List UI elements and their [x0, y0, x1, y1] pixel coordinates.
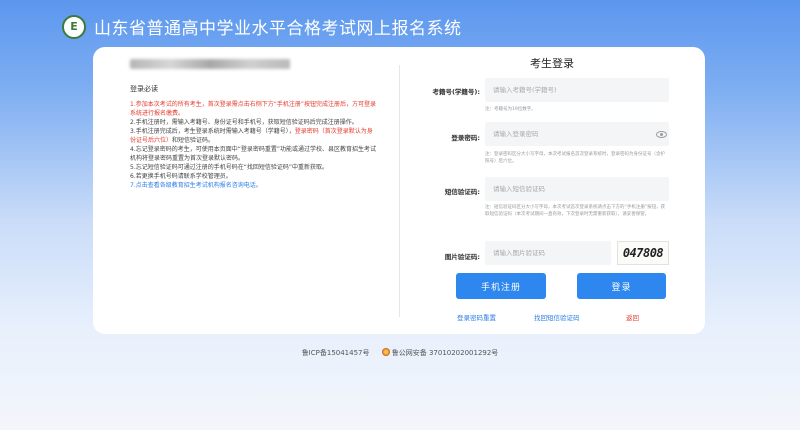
password-input[interactable] [485, 122, 669, 146]
notice-item-6: 6.若更换手机号码请联系学校管理员。 [130, 173, 232, 180]
police-emblem-icon [381, 348, 390, 356]
site-logo-icon: E [62, 14, 86, 39]
blurred-notice-title [130, 59, 290, 69]
password-note: 注：登录密码区分大小写字母，本次考试报名首次登录系统时，登录密码为身份证号（含护… [485, 152, 665, 164]
captcha-image[interactable]: 047808 [617, 241, 669, 265]
show-password-eye-icon[interactable] [656, 131, 667, 138]
login-title: 考生登录 [530, 57, 574, 70]
student-id-note: 注：考籍号为19位数字。 [485, 107, 536, 112]
notice-item-7-contact-link[interactable]: 7.点击查看各级教育招生考试机构报名咨询电话。 [130, 181, 376, 190]
police-record[interactable]: 鲁公网安备 37010202001292号 [381, 348, 499, 357]
sms-code-label: 短信验证码: [444, 188, 480, 196]
police-record-text: 鲁公网安备 37010202001292号 [391, 349, 499, 357]
notice-item-2: 2.手机注册时，需输入考籍号、身份证号和手机号，获取短信验证码后完成注册操作。 [130, 119, 358, 126]
notice-item-4: 4.忘记登录密码的考生，可使用本页面中“登录密码重置”功能或通过学校、县区教育招… [130, 146, 376, 162]
student-id-input[interactable] [485, 78, 669, 102]
icp-record[interactable]: 鲁ICP备15041457号 [302, 349, 370, 357]
notice-list: 1.参加本次考试的所有考生，首次登录需点击右侧下方“手机注册”按钮完成注册后，方… [130, 100, 376, 190]
login-button[interactable]: 登录 [577, 273, 666, 299]
login-card: 登录必读 1.参加本次考试的所有考生，首次登录需点击右侧下方“手机注册”按钮完成… [93, 47, 705, 334]
password-label: 登录密码: [451, 134, 480, 142]
site-title: 山东省普通高中学业水平合格考试网上报名系统 [94, 19, 462, 39]
back-link[interactable]: 返回 [626, 312, 639, 322]
login-panel: 考生登录 考籍号(学籍号): 注：考籍号为19位数字。 登录密码: 注：登录密码… [399, 47, 705, 334]
reset-password-link[interactable]: 登录密码重置 [457, 312, 496, 322]
recover-sms-code-link[interactable]: 找回短信验证码 [534, 312, 580, 322]
phone-register-button[interactable]: 手机注册 [456, 273, 546, 299]
sms-code-note: 注：短信验证码区分大小写字母，本次考试首次登录系统请点击下方的“手机注册”按钮，… [485, 205, 666, 217]
student-id-label: 考籍号(学籍号): [432, 88, 480, 96]
notice-heading: 登录必读 [130, 85, 158, 93]
sms-code-input[interactable] [485, 177, 669, 201]
notice-item-3-part-c: 和短信验证码。 [172, 137, 215, 144]
notice-item-5: 5.忘记短信验证码可通过注册的手机号码在“找回短信验证码”中重新获取。 [130, 164, 328, 171]
footer: 鲁ICP备15041457号 鲁公网安备 37010202001292号 [0, 348, 800, 358]
header: E 山东省普通高中学业水平合格考试网上报名系统 [62, 14, 462, 39]
notice-panel: 登录必读 1.参加本次考试的所有考生，首次登录需点击右侧下方“手机注册”按钮完成… [93, 47, 399, 334]
notice-item-3-part-a: 3.手机注册完成后，考生登录系统时需输入考籍号（学籍号）， [130, 128, 295, 135]
notice-item-1: 1.参加本次考试的所有考生，首次登录需点击右侧下方“手机注册”按钮完成注册后，方… [130, 101, 376, 117]
captcha-label: 图片验证码: [444, 253, 480, 261]
captcha-input[interactable] [485, 241, 611, 265]
notice-item-3: 3.手机注册完成后，考生登录系统时需输入考籍号（学籍号），登录密码（首次登录默认… [130, 127, 376, 145]
